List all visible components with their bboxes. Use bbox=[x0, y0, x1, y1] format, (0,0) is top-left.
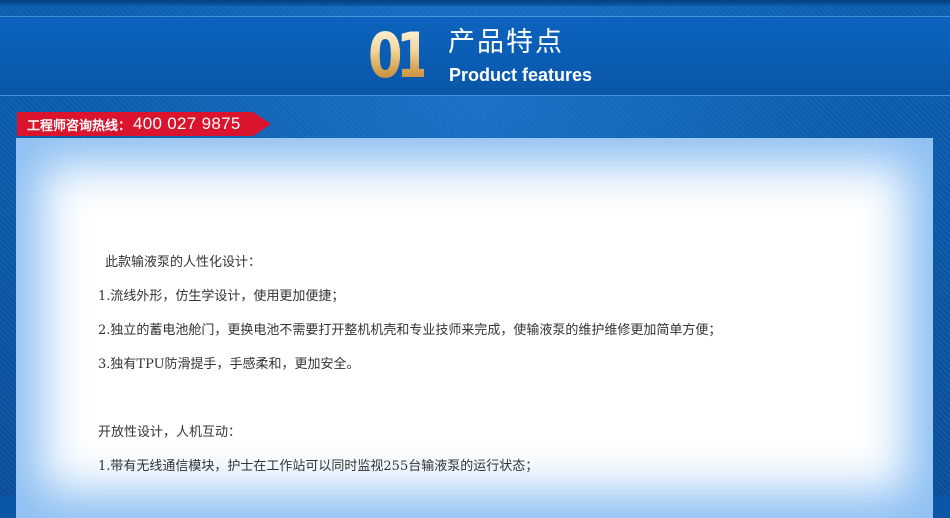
section-title-en: Product features bbox=[449, 65, 593, 85]
top-strip bbox=[0, 0, 950, 6]
hotline-banner: 工程师咨询热线： 400 027 9875 bbox=[17, 112, 271, 136]
feature-item-1: 1.流线外形，仿生学设计，使用更加便捷； bbox=[98, 289, 345, 304]
feature-item-3: 3.独有TPU防滑提手，手感柔和，更加安全。 bbox=[98, 357, 360, 372]
section2-item-1: 1.带有无线通信模块，护士在工作站可以同时监视255台输液泵的运行状态； bbox=[98, 459, 539, 474]
feature-item-2: 2.独立的蓄电池舱门，更换电池不需要打开整机机壳和专业技师来完成，使输液泵的维护… bbox=[98, 323, 722, 338]
feature-text: 此款输液泵的人性化设计： 1.流线外形，仿生学设计，使用更加便捷； 2.独立的蓄… bbox=[98, 252, 758, 490]
hotline-label: 工程师咨询热线： bbox=[27, 118, 132, 134]
section2-title: 开放性设计，人机互动： bbox=[98, 425, 242, 440]
intro-text: 此款输液泵的人性化设计： bbox=[105, 255, 262, 270]
hotline-number: 400 027 9875 bbox=[133, 114, 241, 133]
section-title-cn: 产品特点 bbox=[448, 27, 564, 58]
section-number: 01 bbox=[368, 19, 431, 92]
